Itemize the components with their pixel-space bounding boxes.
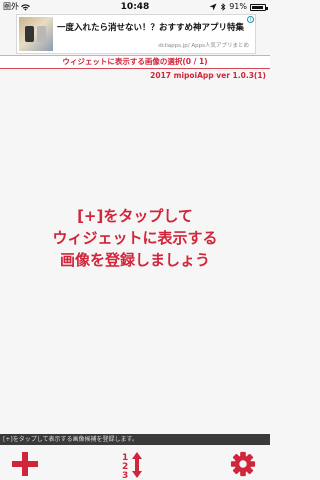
status-bar: 圏外 10:48 91% bbox=[0, 0, 270, 14]
svg-text:3: 3 bbox=[122, 471, 128, 479]
selection-header: ウィジェットに表示する画像の選択(0 / 1) bbox=[0, 55, 270, 69]
battery-icon bbox=[250, 3, 268, 11]
empty-state-instructions: [+]をタップして ウィジェットに表示する 画像を登録しましょう bbox=[0, 205, 270, 271]
instruction-line-2: ウィジェットに表示する bbox=[52, 229, 218, 247]
ad-thumbnail bbox=[19, 17, 53, 51]
instruction-line-1: [+]をタップして bbox=[77, 207, 193, 225]
status-right: 91% bbox=[209, 0, 268, 14]
add-button[interactable] bbox=[10, 451, 40, 477]
bottom-hint-bar: [+]をタップして表示する画像候補を登録します。 bbox=[0, 434, 270, 445]
gear-icon bbox=[230, 451, 256, 477]
location-icon bbox=[209, 3, 217, 11]
sort-123-icon: 1 2 3 bbox=[122, 452, 142, 479]
ad-title: 一度入れたら消せない！？おすすめ神アプリ特集 bbox=[57, 23, 245, 33]
instruction-line-3: 画像を登録しましょう bbox=[59, 251, 210, 269]
version-label: 2017 mipoiApp ver 1.0.3(1) bbox=[150, 71, 266, 80]
sort-button[interactable]: 1 2 3 bbox=[118, 451, 148, 479]
bottom-toolbar: 1 2 3 bbox=[0, 445, 270, 480]
battery-fill bbox=[252, 5, 263, 9]
plus-icon bbox=[12, 452, 38, 476]
ad-info-icon[interactable]: i bbox=[247, 16, 254, 23]
ad-banner[interactable]: 一度入れたら消せない！？おすすめ神アプリ特集 dcliapps.jp/ Apps… bbox=[16, 14, 256, 54]
battery-percent: 91% bbox=[229, 2, 247, 11]
bluetooth-icon bbox=[221, 3, 226, 11]
ad-source: dcliapps.jp/ Apps人気アプリまとめ bbox=[158, 43, 249, 49]
settings-button[interactable] bbox=[229, 451, 259, 477]
